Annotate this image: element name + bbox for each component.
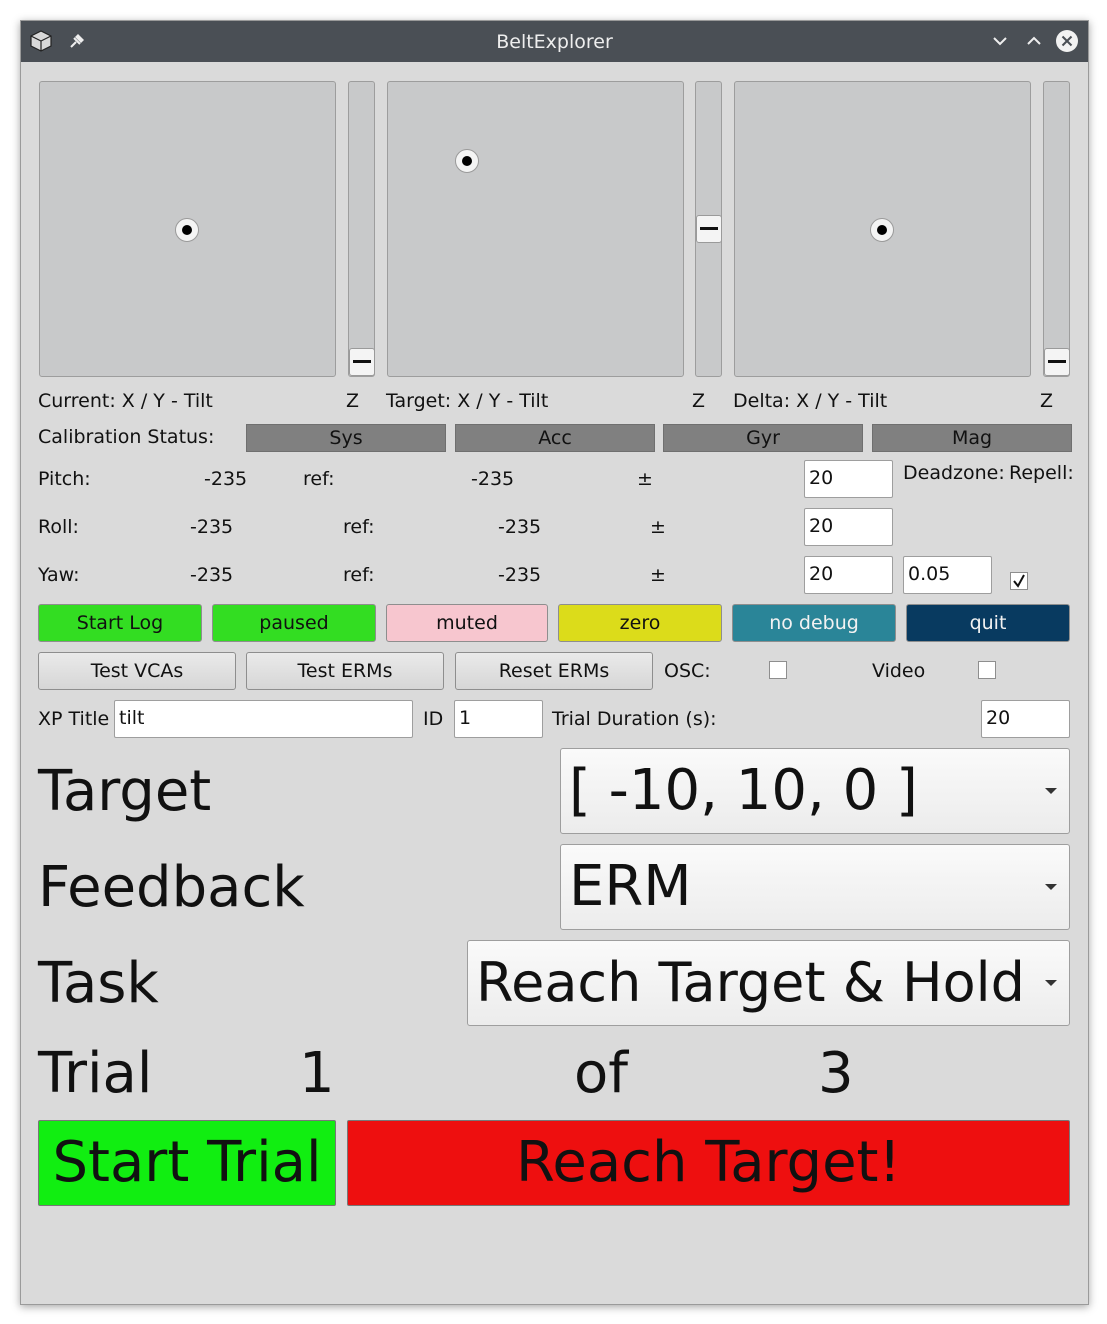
pitch-tolerance-input[interactable]: 20 [804,460,893,498]
checkmark-icon [1013,574,1025,588]
id-input[interactable]: 1 [454,700,543,738]
yaw-pm-label: ± [650,564,666,586]
roll-value: -235 [190,516,234,538]
roll-ref-value: -235 [498,516,542,538]
video-label: Video [872,660,926,682]
target-combobox-value: [ -10, 10, 0 ] [569,758,918,823]
osc-checkbox[interactable] [769,661,787,679]
paused-button[interactable]: paused [212,604,376,642]
roll-label: Roll: [38,516,79,538]
current-z-label: Z [346,390,360,412]
minimize-chevron-down-icon[interactable] [988,29,1012,53]
repell-label: Repell: [1009,462,1074,484]
yaw-ref-value: -235 [498,564,542,586]
deadzone-input[interactable]: 0.05 [903,556,992,594]
task-label: Task [38,951,159,1016]
yaw-value: -235 [190,564,234,586]
muted-button[interactable]: muted [386,604,548,642]
repell-checkbox[interactable] [1010,572,1028,590]
target-xy-handle[interactable] [455,149,479,173]
current-pad-label: Current: X / Y - Tilt [38,390,213,412]
zero-button[interactable]: zero [558,604,722,642]
chevron-down-icon [1045,980,1057,986]
roll-tolerance-input[interactable]: 20 [804,508,893,546]
maximize-chevron-up-icon[interactable] [1022,29,1046,53]
quit-button[interactable]: quit [906,604,1070,642]
yaw-ref-label: ref: [343,564,375,586]
delta-z-handle[interactable] [1044,348,1070,376]
osc-label: OSC: [664,660,711,682]
task-combobox[interactable]: Reach Target & Hold [467,940,1070,1026]
delta-z-label: Z [1040,390,1054,412]
start-log-button[interactable]: Start Log [38,604,202,642]
pitch-value: -235 [204,468,248,490]
xp-title-label: XP Title [38,708,110,730]
chevron-down-icon [1045,884,1057,890]
trial-label: Trial [38,1041,153,1106]
current-z-slider[interactable] [348,81,375,377]
reach-target-status-button[interactable]: Reach Target! [347,1120,1070,1206]
target-combobox[interactable]: [ -10, 10, 0 ] [560,748,1070,834]
current-xy-pad[interactable] [39,81,336,377]
feedback-label: Feedback [38,855,305,920]
trial-duration-label: Trial Duration (s): [552,708,717,730]
pitch-ref-label: ref: [303,468,335,490]
no-debug-button[interactable]: no debug [732,604,896,642]
target-z-slider[interactable] [695,81,722,377]
yaw-label: Yaw: [38,564,80,586]
window-title: BeltExplorer [496,31,613,53]
test-erms-button[interactable]: Test ERMs [246,652,444,690]
title-bar: BeltExplorer [21,21,1088,62]
pitch-ref-value: -235 [471,468,515,490]
start-trial-button[interactable]: Start Trial [38,1120,336,1206]
target-z-label: Z [692,390,706,412]
target-label: Target [38,759,212,824]
calib-gyr-indicator: Gyr [663,424,863,452]
delta-pad-label: Delta: X / Y - Tilt [733,390,888,412]
roll-ref-label: ref: [343,516,375,538]
target-xy-pad[interactable] [387,81,684,377]
pitch-label: Pitch: [38,468,91,490]
calib-acc-indicator: Acc [455,424,655,452]
yaw-tolerance-input[interactable]: 20 [804,556,893,594]
close-icon[interactable] [1055,29,1079,53]
target-pad-label: Target: X / Y - Tilt [386,390,549,412]
test-vcas-button[interactable]: Test VCAs [38,652,236,690]
id-label: ID [423,708,444,730]
trial-of-label: of [574,1041,628,1106]
xp-title-input[interactable]: tilt [114,700,413,738]
trial-total: 3 [818,1041,854,1106]
task-combobox-value: Reach Target & Hold [476,951,1025,1014]
current-z-handle[interactable] [349,348,375,376]
reset-erms-button[interactable]: Reset ERMs [455,652,653,690]
current-xy-handle[interactable] [175,218,199,242]
trial-current: 1 [299,1041,335,1106]
delta-xy-handle[interactable] [870,218,894,242]
chevron-down-icon [1045,788,1057,794]
roll-pm-label: ± [650,516,666,538]
video-checkbox[interactable] [978,661,996,679]
main-window: BeltExplorer Current: X / Y - Tilt Z Tar… [20,20,1089,1305]
calibration-status-label: Calibration Status: [38,426,215,448]
deadzone-label: Deadzone: [903,462,1005,484]
trial-duration-input[interactable]: 20 [981,700,1070,738]
pitch-pm-label: ± [637,468,653,490]
calib-sys-indicator: Sys [246,424,446,452]
calib-mag-indicator: Mag [872,424,1072,452]
feedback-combobox-value: ERM [569,854,692,919]
delta-z-slider[interactable] [1043,81,1070,377]
feedback-combobox[interactable]: ERM [560,844,1070,930]
target-z-handle[interactable] [696,215,722,243]
delta-xy-pad[interactable] [734,81,1031,377]
